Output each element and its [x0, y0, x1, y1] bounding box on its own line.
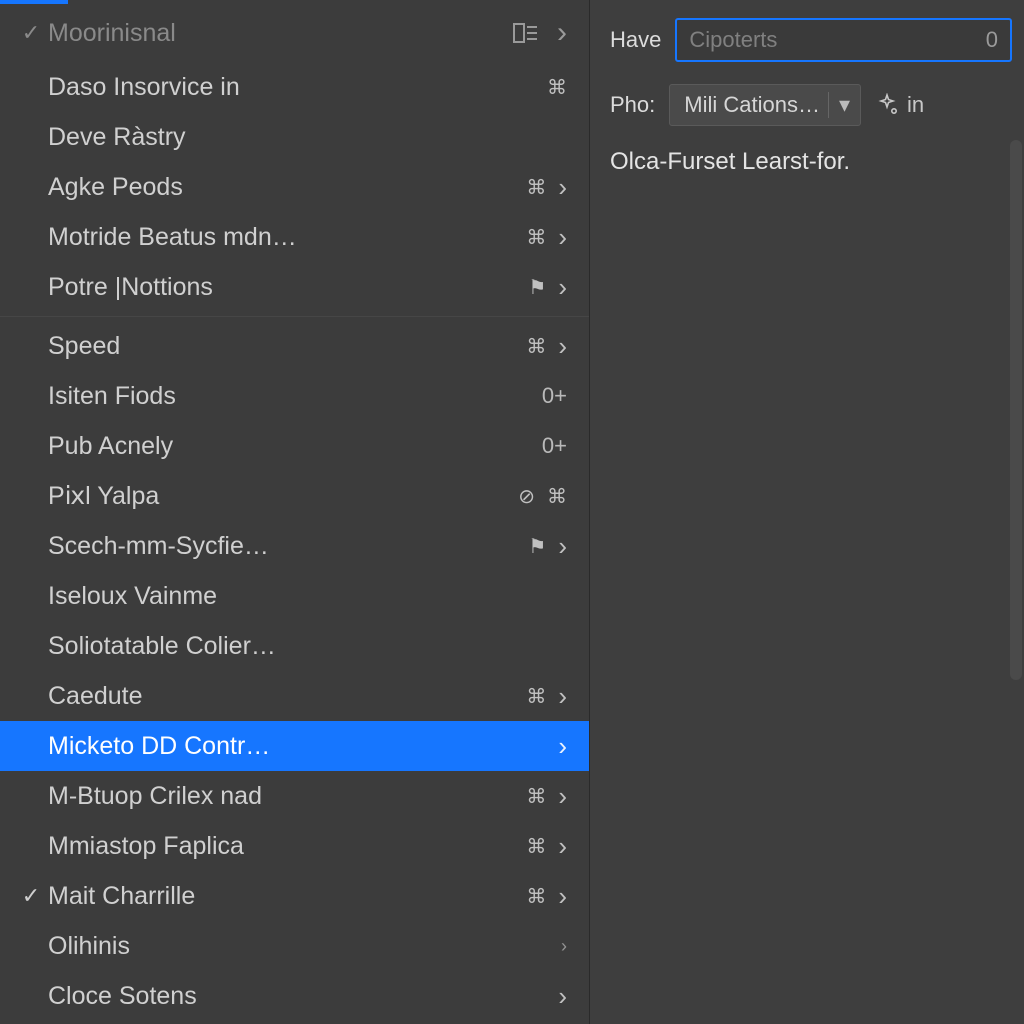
keys-icon: ⌘ [526, 884, 546, 909]
chevron-right-icon: › [558, 172, 567, 203]
menu-item[interactable]: Iseloux Vainme [0, 571, 589, 621]
menu-item[interactable]: Mmiastop Faplica ⌘ › [0, 821, 589, 871]
keys-icon: ⌘ [526, 684, 546, 709]
detail-text: Olca-Furset Learst-for. [610, 148, 1012, 176]
check-icon: ✓ [14, 20, 48, 46]
search-placeholder: Cipoterts [689, 27, 777, 53]
chevron-right-icon: › [558, 881, 567, 912]
chevron-right-icon: › [558, 222, 567, 253]
menu-item-label: Isiten Fiods [48, 382, 542, 411]
tool-text: in [907, 92, 924, 118]
menu-item-label: Soliotatable Colier… [48, 632, 567, 661]
menu-item-label: Motride Beatus mdn… [48, 223, 526, 252]
menu-item-label: Deve Ràstry [48, 123, 567, 152]
check-circle-icon: ⊘ [518, 484, 535, 509]
panel-icon[interactable] [513, 22, 539, 44]
keys-icon: ⌘ [526, 225, 546, 250]
menu-item-label: Speed [48, 332, 526, 361]
menu-divider [0, 316, 589, 317]
menu-item-label: Agke Peods [48, 173, 526, 202]
keys-icon: ⌘ [526, 175, 546, 200]
chevron-right-icon: › [558, 831, 567, 862]
chevron-right-icon: › [558, 331, 567, 362]
right-panel: Have Cipoterts 0 Pho: Mili Cations… ▾ in… [590, 0, 1024, 1024]
menu-item-label: Pⅸl Yalpa [48, 481, 518, 511]
menu-item-label: Mmiastop Faplica [48, 832, 526, 861]
chevron-right-icon: › [561, 936, 567, 957]
shortcut-hint: 0+ [542, 433, 567, 459]
chevron-right-icon: › [558, 731, 567, 762]
menu-item-label: Iseloux Vainme [48, 582, 567, 611]
chevron-right-icon: › [558, 272, 567, 303]
menu-item[interactable]: ✓ Mait Charrille ⌘ › [0, 871, 589, 921]
menu-item-label: Daso Insorvice in [48, 73, 547, 102]
menu-item-label: Mait Charrille [48, 882, 526, 911]
menu-item-label: Olihinis [48, 932, 561, 961]
shortcut-hint: 0+ [542, 383, 567, 409]
check-icon: ✓ [14, 883, 48, 909]
menu-header-label: Moorinisnal [48, 19, 513, 48]
menu-item[interactable]: Potre |Nottions ⚑ › [0, 262, 589, 312]
chevron-right-icon: › [558, 681, 567, 712]
chevron-down-icon: ▾ [828, 92, 850, 118]
keys-icon: ⌘ [526, 784, 546, 809]
sparkle-icon[interactable] [875, 93, 899, 117]
select-value: Mili Cations… [684, 92, 820, 118]
menu-item[interactable]: Motride Beatus mdn… ⌘ › [0, 212, 589, 262]
menu-item[interactable]: Caedute ⌘ › [0, 671, 589, 721]
menu-item-selected[interactable]: Micketo DD Contr… › [0, 721, 589, 771]
keys-icon: ⌘ [526, 834, 546, 859]
menu-item[interactable]: Daso Insorvice in ⌘ [0, 62, 589, 112]
menu-item-label: Cloce Sotens [48, 982, 558, 1011]
menu-item[interactable]: Soliotatable Colier… [0, 621, 589, 671]
left-panel: ✓ Moorinisnal › Daso Insorvice in ⌘ Deve… [0, 0, 590, 1024]
search-suffix: 0 [986, 27, 998, 53]
select-label: Pho: [610, 92, 655, 118]
menu-item[interactable]: Cloce Sotens › [0, 971, 589, 1021]
menu-item-label: Potre |Nottions [48, 273, 528, 302]
chevron-right-icon: › [558, 531, 567, 562]
keys-icon: ⌘ [547, 484, 567, 509]
search-label: Have [610, 27, 661, 53]
menu-item-label: Scech-mm-Sycfie… [48, 532, 528, 561]
flag-icon: ⚑ [528, 534, 546, 559]
menu-header[interactable]: ✓ Moorinisnal › [0, 4, 589, 62]
menu-item[interactable]: Speed ⌘ › [0, 321, 589, 371]
menu-item[interactable]: Agke Peods ⌘ › [0, 162, 589, 212]
menu-item[interactable]: Pⅸl Yalpa ⊘ ⌘ [0, 471, 589, 521]
keys-icon: ⌘ [526, 334, 546, 359]
menu-item[interactable]: Pub Acnely 0+ [0, 421, 589, 471]
keys-icon: ⌘ [547, 75, 567, 100]
menu-item[interactable]: Isiten Fiods 0+ [0, 371, 589, 421]
select-row: Pho: Mili Cations… ▾ in [610, 84, 1012, 126]
menu-item[interactable]: Deve Ràstry [0, 112, 589, 162]
flag-icon: ⚑ [528, 275, 546, 300]
menu-item[interactable]: Scech-mm-Sycfie… ⚑ › [0, 521, 589, 571]
search-input[interactable]: Cipoterts 0 [675, 18, 1012, 62]
search-row: Have Cipoterts 0 [610, 18, 1012, 62]
select-dropdown[interactable]: Mili Cations… ▾ [669, 84, 861, 126]
menu-item[interactable]: Olihinis › [0, 921, 589, 971]
menu-item[interactable]: M-Btuop Crilex nad ⌘ › [0, 771, 589, 821]
scrollbar[interactable] [1010, 140, 1022, 680]
chevron-right-icon[interactable]: › [557, 16, 567, 50]
menu-item-label: M-Btuop Crilex nad [48, 782, 526, 811]
menu-item-label: Pub Acnely [48, 432, 542, 461]
chevron-right-icon: › [558, 981, 567, 1012]
menu-item-label: Caedute [48, 682, 526, 711]
chevron-right-icon: › [558, 781, 567, 812]
menu-item-label: Micketo DD Contr… [48, 732, 558, 761]
